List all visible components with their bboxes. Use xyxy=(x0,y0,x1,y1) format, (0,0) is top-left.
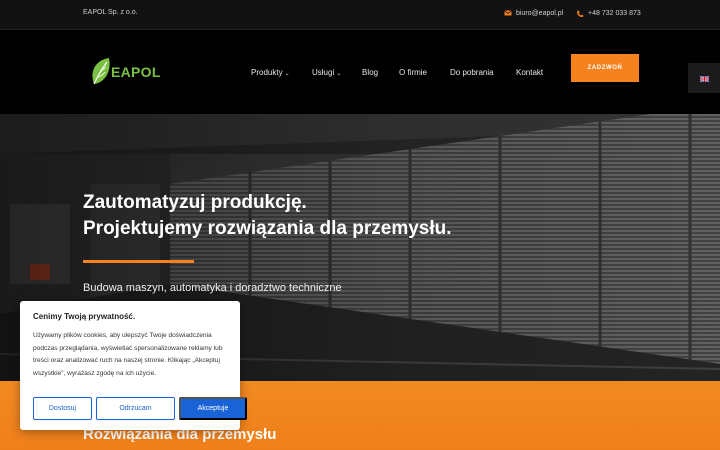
cookie-consent-dialog: Cenimy Twoją prywatność. Używamy plików … xyxy=(20,301,247,430)
nav-label: Blog xyxy=(362,68,379,77)
cookie-text: Używamy plików cookies, aby ulepszyć Two… xyxy=(33,332,223,377)
company-name: EAPOL Sp. z o.o. xyxy=(83,9,138,16)
chevron-down-icon: ⌄ xyxy=(336,71,342,77)
cookie-title: Cenimy Twoją prywatność. xyxy=(33,312,136,321)
phone-text: +48 732 033 873 xyxy=(588,10,641,17)
hero-subtitle: Budowa maszyn, automatyka i doradztwo te… xyxy=(83,282,342,294)
reject-cookies-button[interactable]: Odrzucam xyxy=(96,397,175,420)
accept-cookies-button[interactable]: Akceptuje xyxy=(179,397,247,420)
customize-cookies-button[interactable]: Dostosuj xyxy=(33,397,92,420)
chevron-down-icon: ⌄ xyxy=(284,71,290,77)
top-bar: EAPOL Sp. z o.o. biuro@eapol.pl +48 732 … xyxy=(0,0,720,30)
nav-label: O firmie xyxy=(399,68,427,77)
nav-item-uslugi[interactable]: Usługi ⌄ xyxy=(312,68,341,77)
email-text: biuro@eapol.pl xyxy=(516,10,564,17)
nav-label: Do pobrania xyxy=(450,68,494,77)
phone-link[interactable]: +48 732 033 873 xyxy=(576,10,641,17)
hero-title-line1: Zautomatyzuj produkcję. xyxy=(83,192,307,213)
logo-wordmark: EAPOL xyxy=(111,64,161,80)
nav-item-blog[interactable]: Blog xyxy=(362,68,378,77)
hero-accent-divider xyxy=(83,260,194,263)
nav-label: Usługi xyxy=(312,68,335,77)
email-link[interactable]: biuro@eapol.pl xyxy=(504,10,563,17)
site-header: EAPOL Produkty ⌄ Usługi ⌄ Blog O firmie Do… xyxy=(0,30,720,114)
nav-item-produkty[interactable]: Produkty ⌄ xyxy=(251,68,290,77)
nav-label: Produkty xyxy=(251,68,283,77)
nav-item-do-pobrania[interactable]: Do pobrania xyxy=(450,68,494,77)
call-button[interactable]: ZADZWOŃ xyxy=(571,54,639,82)
logo-link[interactable]: EAPOL xyxy=(90,57,161,87)
nav-label: Kontakt xyxy=(516,68,544,77)
language-switcher[interactable] xyxy=(688,63,720,93)
envelope-icon xyxy=(504,10,512,17)
leaf-logo-icon xyxy=(90,57,112,87)
phone-icon xyxy=(576,10,584,17)
uk-flag-icon xyxy=(699,69,709,87)
nav-item-o-firmie[interactable]: O firmie xyxy=(399,68,427,77)
nav-item-kontakt[interactable]: Kontakt xyxy=(516,68,543,77)
hero-title-line2: Projektujemy rozwiązania dla przemysłu. xyxy=(83,218,452,239)
